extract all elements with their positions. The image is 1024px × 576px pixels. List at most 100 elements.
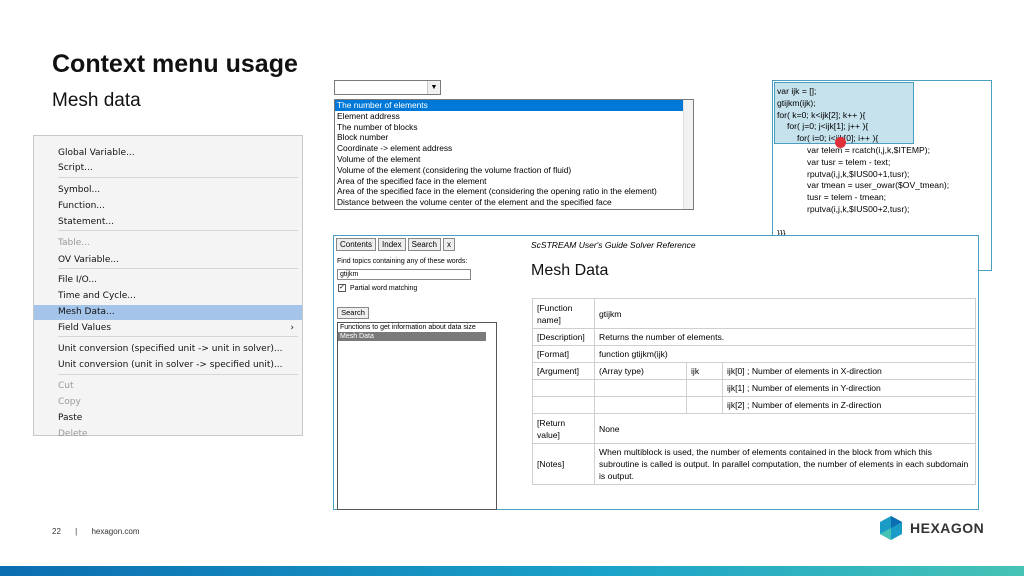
topic-heading: Mesh Data (531, 262, 609, 279)
list-item[interactable]: The number of blocks (335, 122, 693, 133)
function-name-value: gtijkm (594, 298, 976, 329)
menu-item[interactable]: Unit conversion (specified unit -> unit … (34, 342, 302, 357)
context-menu: Global Variable... Script... Symbol... Func… (33, 135, 303, 439)
menu-item[interactable]: OV Variable... (34, 253, 302, 268)
argument-row-2: ijk[2] ; Number of elements in Z-directi… (722, 396, 976, 414)
code-line: rputva(i,j,k,$IUS00+2,tusr); (807, 204, 910, 214)
search-button[interactable]: Search (337, 307, 369, 319)
menu-item-label: File I/O... (58, 275, 97, 285)
code-line: var tmean = user_owar($OV_tmean); (807, 180, 950, 191)
menu-item[interactable]: Time and Cycle... (34, 289, 302, 304)
page-number: 22 (52, 527, 61, 536)
guide-title: ScSTREAM User's Guide Solver Reference (531, 240, 696, 250)
menu-item-label: Symbol... (58, 185, 101, 195)
list-item[interactable]: Distance between the volume center of th… (335, 197, 693, 208)
code-line: var telem = rcatch(i,j,k,$ITEMP); (807, 145, 930, 155)
logo-text: HEXAGON (910, 520, 985, 536)
menu-item[interactable]: Script... (34, 161, 302, 176)
list-item[interactable]: Element address (335, 111, 693, 122)
code-line: for( j=0; j<ijk[1]; j++ ){ (787, 121, 869, 132)
menu-item[interactable]: Delete (34, 427, 302, 442)
menu-separator (58, 374, 298, 375)
function-name-label: [Function name] (532, 298, 595, 329)
menu-item-label: Field Values (58, 323, 112, 333)
close-tab-button[interactable]: x (442, 238, 455, 251)
menu-item-label: Statement... (58, 217, 114, 227)
partial-match-checkbox[interactable]: ✓ (338, 284, 346, 292)
result-item[interactable]: Functions to get information about data … (338, 323, 496, 332)
menu-separator (58, 230, 298, 231)
menu-item[interactable]: Cut (34, 379, 302, 394)
code-line: var tusr = telem - text; (807, 156, 891, 167)
find-topics-label: Find topics containing any of these word… (337, 258, 468, 265)
menu-item-label: Table... (58, 238, 90, 248)
menu-item[interactable]: Table... (34, 236, 302, 251)
code-line: var ijk = []; (777, 86, 817, 96)
argument-type: (Array type) (594, 362, 687, 380)
menu-item-label: Copy (58, 397, 81, 407)
help-window: Contents Index Search x Find topics cont… (333, 235, 979, 510)
slide-title: Context menu usage (52, 50, 298, 78)
menu-item-label: Global Variable... (58, 148, 135, 158)
menu-item-label: Script... (58, 163, 93, 173)
partial-match-label: Partial word matching (350, 285, 418, 292)
chevron-right-icon: › (290, 323, 294, 333)
slide-subtitle: Mesh data (52, 90, 141, 111)
menu-item[interactable]: Statement... (34, 215, 302, 230)
notes-value: When multiblock is used, the number of e… (594, 443, 976, 485)
argument-row-0: ijk[0] ; Number of elements in X-directi… (722, 362, 976, 380)
menu-item[interactable]: Unit conversion (unit in solver -> speci… (34, 358, 302, 373)
list-item[interactable]: Volume of the element (considering the v… (335, 165, 693, 176)
description-label: [Description] (532, 328, 595, 346)
menu-item[interactable]: Paste (34, 411, 302, 426)
list-item[interactable]: Block number (335, 132, 693, 143)
list-item[interactable]: Coordinate -> element address (335, 143, 693, 154)
code-line: gtijkm(ijk); (777, 97, 816, 108)
tab-search[interactable]: Search (407, 238, 441, 251)
pointer-cursor-icon (835, 137, 846, 148)
tab-contents[interactable]: Contents (336, 238, 377, 251)
result-item-selected[interactable]: Mesh Data (338, 332, 486, 341)
argument-row-1: ijk[1] ; Number of elements in Y-directi… (722, 379, 976, 397)
footer: 22 | hexagon.com (52, 527, 151, 536)
search-input[interactable]: gtijkm (337, 269, 471, 280)
slide: Context menu usage Mesh data Global Vari… (0, 0, 1024, 576)
argument-label: [Argument] (532, 362, 595, 380)
menu-item-label: OV Variable... (58, 255, 119, 265)
mesh-data-list[interactable]: The number of elements Element address The… (334, 99, 694, 210)
menu-item[interactable]: Symbol... (34, 183, 302, 198)
list-item[interactable]: Area of the specified face in the elemen… (335, 186, 693, 197)
search-results-list: Functions to get information about data … (337, 322, 497, 510)
list-item[interactable]: The number of elements (335, 100, 693, 111)
menu-item[interactable]: File I/O... (34, 273, 302, 288)
menu-item-label: Mesh Data... (58, 307, 115, 317)
footer-separator: | (75, 527, 78, 536)
mesh-data-dropdown[interactable]: ▼ (334, 80, 441, 95)
menu-item[interactable]: Global Variable... (34, 146, 302, 161)
hexagon-logo-icon (880, 516, 902, 540)
argument-name: ijk (686, 362, 723, 380)
menu-item-label: Function... (58, 201, 105, 211)
hexagon-logo: HEXAGON (878, 515, 984, 541)
list-item[interactable]: Volume of the element (335, 154, 693, 165)
code-line: tusr = telem - tmean; (807, 192, 887, 203)
list-scrollbar[interactable] (683, 100, 693, 209)
menu-item[interactable]: Function... (34, 199, 302, 214)
tab-index[interactable]: Index (378, 238, 406, 251)
menu-separator (58, 268, 298, 269)
help-navigation-pane: Contents Index Search x Find topics cont… (334, 236, 497, 510)
menu-item[interactable]: Mesh Data... (34, 305, 302, 320)
menu-item-label: Unit conversion (specified unit -> unit … (58, 344, 283, 354)
website-link: hexagon.com (91, 527, 140, 536)
menu-item-label: Unit conversion (unit in solver -> speci… (58, 360, 283, 370)
menu-item-label: Time and Cycle... (58, 291, 136, 301)
menu-item[interactable]: Field Values › (34, 321, 302, 336)
chevron-down-icon[interactable]: ▼ (427, 81, 440, 94)
list-item[interactable]: Area of the specified face in the elemen… (335, 176, 693, 187)
description-value: Returns the number of elements. (594, 328, 976, 346)
format-value: function gtijkm(ijk) (594, 345, 976, 363)
menu-item[interactable]: Copy (34, 395, 302, 410)
format-label: [Format] (532, 345, 595, 363)
menu-item-label: Paste (58, 413, 83, 423)
footer-bar (0, 566, 1024, 576)
